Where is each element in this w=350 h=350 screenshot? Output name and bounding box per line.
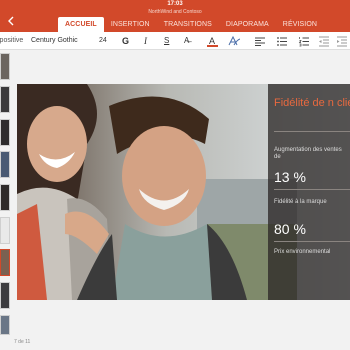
tab-accueil[interactable]: ACCUEIL [58, 17, 104, 32]
slide-title[interactable]: Fidélité de n clients [274, 96, 350, 110]
text-effects-icon[interactable] [228, 35, 240, 47]
tab-diaporama[interactable]: DIAPORAMA [219, 17, 276, 32]
font-color-icon [207, 45, 218, 47]
panel-divider [274, 241, 350, 242]
bullets-icon[interactable] [276, 35, 288, 47]
font-size-picker[interactable]: 24 [99, 32, 107, 50]
underline-button[interactable]: S [164, 32, 169, 50]
slide-info-panel: Fidélité de n clients Augmentation des v… [268, 84, 350, 300]
style-picker[interactable]: ipositive [0, 32, 23, 50]
panel-divider [274, 189, 350, 190]
strikethrough-button[interactable]: A̶ [184, 32, 189, 50]
slide-thumbnail-strip[interactable] [0, 51, 12, 336]
back-icon[interactable] [6, 15, 18, 27]
status-footer: 7 de 11 [0, 336, 350, 350]
font-color-button[interactable]: A [207, 32, 218, 50]
numbering-icon[interactable] [298, 35, 310, 47]
slide-thumbnail[interactable] [0, 86, 10, 113]
panel-divider [274, 131, 350, 132]
formatting-toolbar: ipositive Century Gothic 24 G I S A̶ A [0, 32, 350, 50]
slide-thumbnail[interactable] [0, 217, 10, 244]
decrease-indent-icon[interactable] [318, 35, 330, 47]
stat-label: Augmentation des ventes de [274, 147, 342, 160]
tab-transitions[interactable]: TRANSITIONS [157, 17, 219, 32]
slide-thumbnail-selected[interactable] [0, 249, 10, 276]
slide-counter: 7 de 11 [14, 339, 31, 345]
slide-canvas[interactable]: Fidélité de n clients Augmentation des v… [17, 84, 350, 300]
title-bar: 17:03 NorthWind and Contoso ACCUEIL INSE… [0, 0, 350, 32]
slide-thumbnail[interactable] [0, 53, 10, 80]
align-left-icon[interactable] [254, 35, 266, 47]
tab-revision[interactable]: RÉVISION [276, 17, 324, 32]
ribbon-tabs: ACCUEIL INSERTION TRANSITIONS DIAPORAMA … [58, 17, 324, 32]
slide-thumbnail[interactable] [0, 282, 10, 309]
tab-insertion[interactable]: INSERTION [104, 17, 157, 32]
stat-label: Fidélité à la marque [274, 199, 327, 205]
increase-indent-icon[interactable] [336, 35, 348, 47]
slide-thumbnail[interactable] [0, 119, 10, 146]
stat-value: 80 % [274, 221, 306, 237]
slide-thumbnail[interactable] [0, 184, 10, 211]
status-time: 17:03 [167, 1, 183, 7]
font-name-picker[interactable]: Century Gothic [31, 32, 78, 50]
bold-button[interactable]: G [122, 32, 129, 50]
italic-button[interactable]: I [144, 32, 147, 50]
slide-thumbnail[interactable] [0, 315, 10, 335]
stat-label: Prix environnemental [274, 249, 331, 255]
stat-value: 13 % [274, 169, 306, 185]
document-title: NorthWind and Contoso [148, 9, 202, 15]
slide-thumbnail[interactable] [0, 151, 10, 178]
